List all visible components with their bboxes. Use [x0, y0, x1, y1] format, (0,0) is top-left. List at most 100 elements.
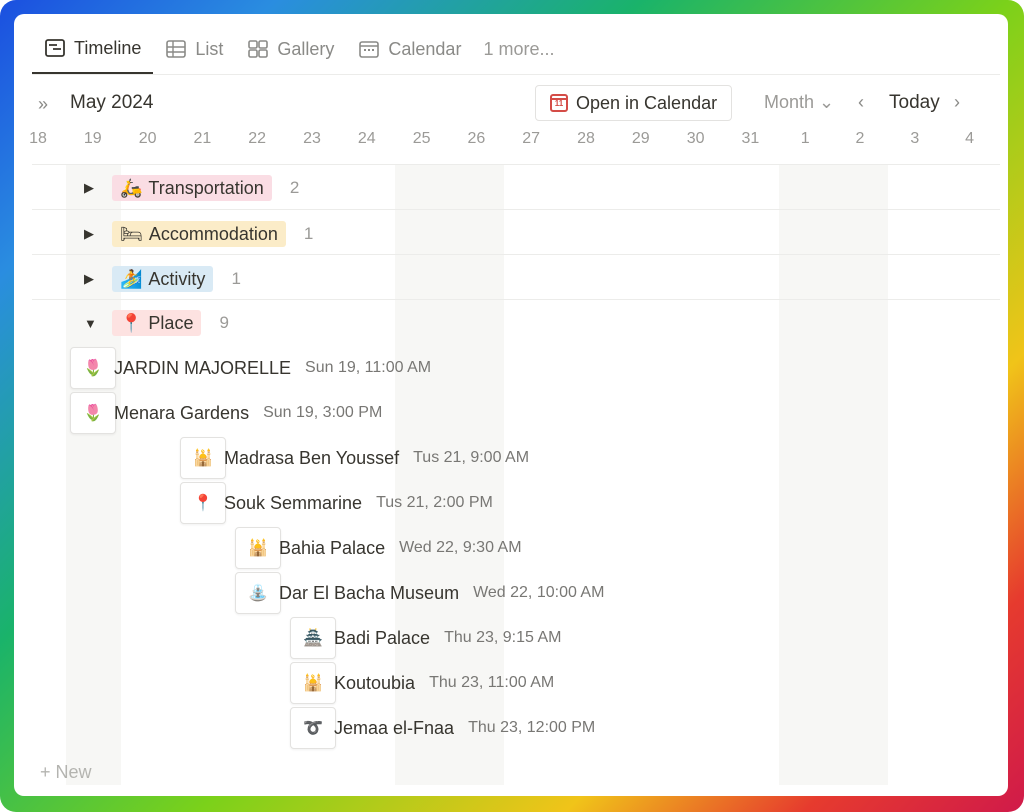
mosque-icon: 🕌	[290, 662, 336, 704]
item-title: Souk Semmarine	[224, 492, 363, 513]
item-title: Madrasa Ben Youssef	[224, 447, 400, 468]
day-label: 19	[83, 130, 102, 147]
day-label: 4	[965, 130, 975, 147]
group-count: 2	[289, 178, 300, 197]
group-count: 1	[303, 224, 314, 243]
group-row-transportation[interactable]: ▶ 🛵 Transportation 2	[84, 173, 299, 203]
item-title: Menara Gardens	[114, 402, 250, 423]
open-in-calendar-button[interactable]: Open in Calendar	[535, 85, 733, 121]
chevron-left-icon[interactable]: ‹	[858, 92, 864, 113]
tab-calendar[interactable]: Calendar	[346, 24, 473, 74]
day-label: 31	[741, 130, 760, 147]
gallery-icon	[247, 38, 269, 60]
day-label: 21	[193, 130, 212, 147]
month-title: May 2024	[70, 92, 154, 113]
weekend-column	[779, 165, 888, 785]
timeline-item[interactable]: 🏯 Badi Palace Thu 23, 9:15 AM	[290, 617, 561, 659]
triangle-down-icon[interactable]: ▼	[84, 316, 98, 331]
group-count: 1	[231, 269, 241, 288]
item-title: Jemaa el-Fnaa	[334, 717, 455, 738]
day-label: 30	[686, 130, 705, 147]
calendar-icon	[358, 38, 380, 60]
tab-label: Gallery	[277, 38, 335, 59]
day-label: 23	[303, 130, 321, 147]
calendar-red-icon	[550, 94, 568, 112]
item-title: Bahia Palace	[279, 537, 386, 558]
loop-icon: ➰	[290, 707, 336, 749]
mosque-icon: 🕌	[180, 437, 226, 479]
triangle-right-icon[interactable]: ▶	[84, 180, 98, 196]
item-date: Thu 23, 9:15 AM	[444, 629, 562, 646]
tulip-icon: 🌷	[70, 392, 116, 434]
timeline-item[interactable]: 🌷 Menara Gardens Sun 19, 3:00 PM	[70, 392, 382, 434]
item-date: Thu 23, 12:00 PM	[468, 719, 596, 736]
fountain-icon: ⛲	[235, 572, 281, 614]
timeline-window: Timeline List Gallery Calendar 1 more...…	[14, 14, 1008, 796]
day-label: 26	[467, 130, 486, 147]
timeline-icon	[44, 37, 66, 59]
item-title: Badi Palace	[334, 627, 431, 648]
timeline-item[interactable]: 🕌 Madrasa Ben Youssef Tus 21, 9:00 AM	[180, 437, 529, 479]
item-title: Koutoubia	[334, 672, 416, 693]
item-date: Sun 19, 11:00 AM	[305, 359, 432, 376]
group-label: Transportation	[148, 177, 264, 198]
chevron-right-icon[interactable]: ›	[954, 92, 960, 113]
group-row-activity[interactable]: ▶ 🏄 Activity 1	[84, 264, 241, 294]
item-title: Dar El Bacha Museum	[279, 582, 460, 603]
group-chip[interactable]: 🛏 Accommodation	[112, 221, 286, 247]
palace-icon: 🏯	[290, 617, 336, 659]
scale-select[interactable]: Month ⌄	[764, 92, 834, 113]
timeline-item[interactable]: 📍 Souk Semmarine Tus 21, 2:00 PM	[180, 482, 493, 524]
table-icon	[165, 38, 187, 60]
tab-label: List	[195, 38, 224, 59]
day-header: 18 19 20 21 22 23 24 25 26 27 28 29 30 31 1 2 3 4	[14, 130, 1008, 160]
group-chip[interactable]: 🏄 Activity	[112, 266, 214, 292]
bed-icon: 🛏	[120, 223, 143, 244]
timeline-toolbar: » May 2024 Open in Calendar Month ⌄ ‹ To…	[32, 82, 994, 126]
item-date: Sun 19, 3:00 PM	[263, 404, 383, 421]
timeline-item[interactable]: 🕌 Koutoubia Thu 23, 11:00 AM	[290, 662, 554, 704]
triangle-right-icon[interactable]: ▶	[84, 271, 98, 287]
tab-label: Timeline	[74, 37, 142, 58]
tab-timeline[interactable]: Timeline	[32, 24, 154, 74]
tab-label: Calendar	[388, 38, 462, 59]
item-date: Thu 23, 11:00 AM	[429, 674, 555, 691]
group-row-place[interactable]: ▼ 📍 Place 9	[84, 308, 229, 338]
day-label: 29	[631, 130, 650, 147]
item-title: JARDIN MAJORELLE	[114, 357, 292, 378]
item-date: Tus 21, 2:00 PM	[376, 494, 493, 511]
tab-gallery[interactable]: Gallery	[235, 24, 346, 74]
tulip-icon: 🌷	[70, 347, 116, 389]
group-chip[interactable]: 🛵 Transportation	[112, 175, 272, 201]
pin-icon: 📍	[180, 482, 226, 524]
tabs-divider	[32, 74, 1000, 75]
group-row-accommodation[interactable]: ▶ 🛏 Accommodation 1	[84, 219, 313, 249]
day-label: 27	[522, 130, 541, 147]
more-views-button[interactable]: 1 more...	[473, 39, 564, 60]
double-chevron-right-icon[interactable]: »	[38, 94, 48, 115]
today-button[interactable]: Today	[889, 92, 940, 114]
scooter-icon: 🛵	[120, 177, 143, 198]
scale-label: Month	[764, 92, 815, 112]
triangle-right-icon[interactable]: ▶	[84, 226, 98, 242]
group-label: Place	[148, 312, 194, 333]
group-label: Activity	[148, 268, 206, 289]
group-chip[interactable]: 📍 Place	[112, 310, 202, 336]
day-label: 3	[910, 130, 920, 147]
tab-list[interactable]: List	[153, 24, 235, 74]
new-item-button[interactable]: + New	[40, 762, 92, 783]
open-in-calendar-label: Open in Calendar	[576, 92, 718, 113]
surfer-icon: 🏄	[120, 268, 143, 289]
row-divider	[32, 299, 1000, 300]
view-tabs: Timeline List Gallery Calendar 1 more...	[32, 24, 564, 74]
timeline-item[interactable]: 🕌 Bahia Palace Wed 22, 9:30 AM	[235, 527, 522, 569]
day-label: 25	[412, 130, 431, 147]
day-label: 2	[855, 130, 865, 147]
group-label: Accommodation	[148, 223, 278, 244]
timeline-item[interactable]: 🌷 JARDIN MAJORELLE Sun 19, 11:00 AM	[70, 347, 431, 389]
timeline-item[interactable]: ➰ Jemaa el-Fnaa Thu 23, 12:00 PM	[290, 707, 595, 749]
timeline-item[interactable]: ⛲ Dar El Bacha Museum Wed 22, 10:00 AM	[235, 572, 604, 614]
pin-icon: 📍	[120, 312, 143, 333]
day-label: 24	[357, 130, 376, 147]
day-label: 20	[138, 130, 157, 147]
